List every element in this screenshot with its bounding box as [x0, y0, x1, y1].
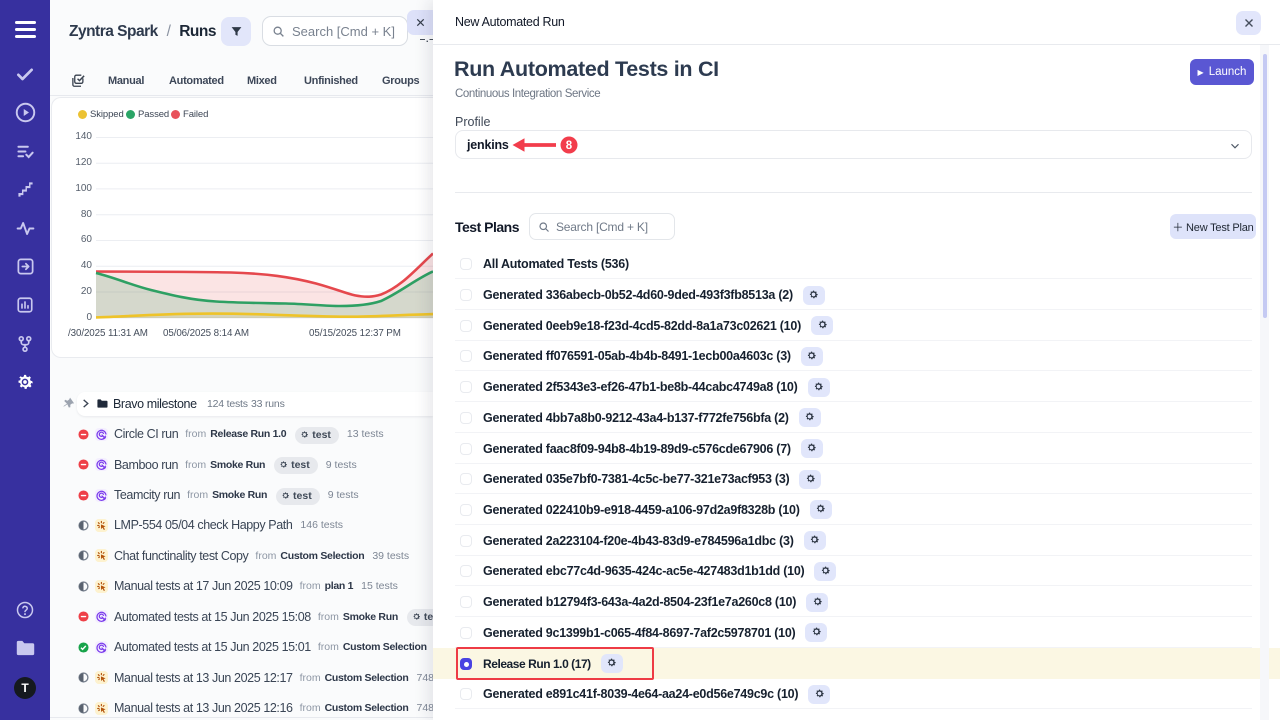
- svg-text:8: 8: [566, 140, 573, 152]
